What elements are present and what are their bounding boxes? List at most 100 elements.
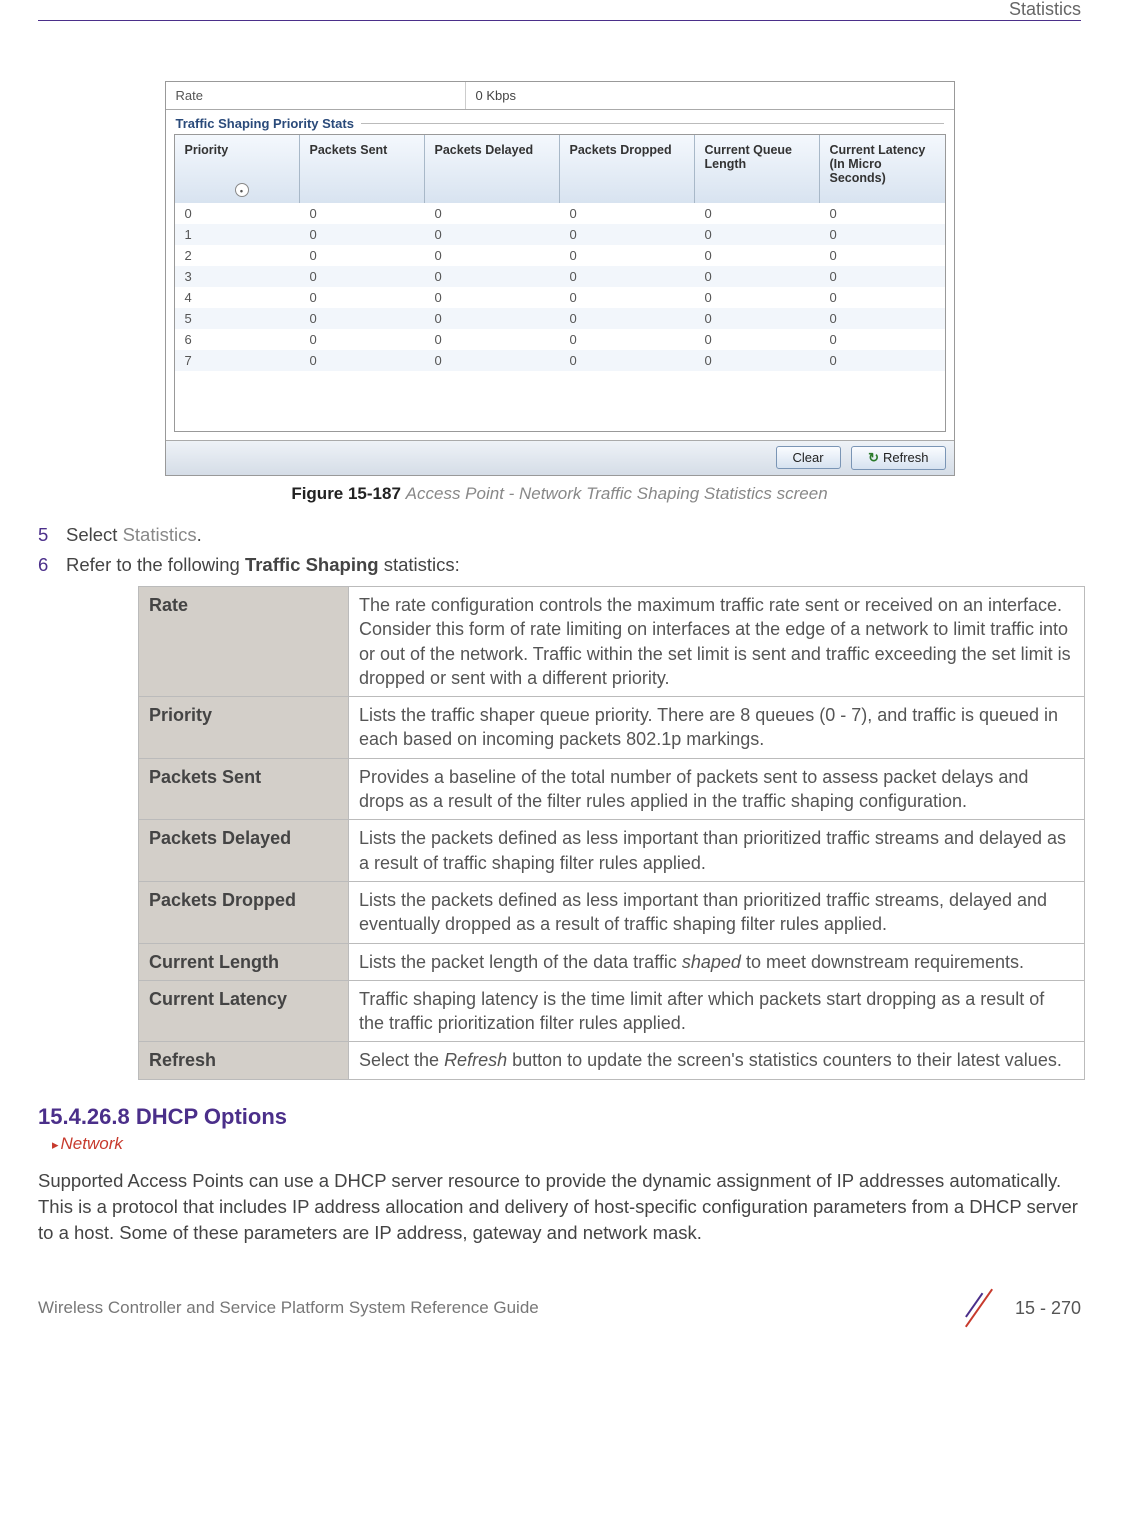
step-num: 5 xyxy=(38,524,66,546)
cell: 0 xyxy=(820,308,945,329)
definition-text: Lists the packet length of the data traf… xyxy=(349,943,1085,980)
definitions-table: RateThe rate configuration controls the … xyxy=(138,586,1085,1080)
cell: 0 xyxy=(695,308,820,329)
cell: 0 xyxy=(695,350,820,371)
button-bar: Clear Refresh xyxy=(166,440,954,475)
footer-slash-icon xyxy=(955,1285,1001,1331)
cell: 0 xyxy=(425,245,560,266)
definition-row: Current LatencyTraffic shaping latency i… xyxy=(139,980,1085,1042)
definition-text: Lists the packets defined as less import… xyxy=(349,820,1085,882)
definition-text: Traffic shaping latency is the time limi… xyxy=(349,980,1085,1042)
grid-body: 0000001000002000003000004000005000006000… xyxy=(175,203,945,371)
col-packets-delayed[interactable]: Packets Delayed xyxy=(425,135,560,203)
cell: 0 xyxy=(820,266,945,287)
cell: 0 xyxy=(425,266,560,287)
cell: 0 xyxy=(560,224,695,245)
section-paragraph: Supported Access Points can use a DHCP s… xyxy=(38,1168,1081,1246)
rate-label: Rate xyxy=(166,82,466,109)
cell: 0 xyxy=(820,245,945,266)
rate-row: Rate 0 Kbps xyxy=(166,82,954,110)
definition-term: Current Length xyxy=(139,943,349,980)
table-row[interactable]: 100000 xyxy=(175,224,945,245)
cell: 0 xyxy=(560,329,695,350)
cell: 0 xyxy=(300,224,425,245)
definition-text: The rate configuration controls the maxi… xyxy=(349,587,1085,697)
figure-label: Figure 15-187 xyxy=(291,484,401,503)
table-row[interactable]: 700000 xyxy=(175,350,945,371)
definition-row: RateThe rate configuration controls the … xyxy=(139,587,1085,697)
table-row[interactable]: 400000 xyxy=(175,287,945,308)
cell: 0 xyxy=(820,287,945,308)
step-6: 6 Refer to the following Traffic Shaping… xyxy=(38,554,1081,576)
cell: 3 xyxy=(175,266,300,287)
table-row[interactable]: 200000 xyxy=(175,245,945,266)
cell: 0 xyxy=(695,224,820,245)
table-row[interactable]: 000000 xyxy=(175,203,945,224)
cell: 0 xyxy=(425,308,560,329)
cell: 0 xyxy=(425,350,560,371)
clear-button[interactable]: Clear xyxy=(776,446,841,469)
cell: 0 xyxy=(695,266,820,287)
cell: 0 xyxy=(560,308,695,329)
figure-desc: Access Point - Network Traffic Shaping S… xyxy=(406,484,828,503)
step-num: 6 xyxy=(38,554,66,576)
cell: 4 xyxy=(175,287,300,308)
definition-row: Packets DelayedLists the packets defined… xyxy=(139,820,1085,882)
cell: 0 xyxy=(820,224,945,245)
cell: 0 xyxy=(695,245,820,266)
definition-text: Provides a baseline of the total number … xyxy=(349,758,1085,820)
col-packets-dropped[interactable]: Packets Dropped xyxy=(560,135,695,203)
cell: 0 xyxy=(175,203,300,224)
cell: 0 xyxy=(425,287,560,308)
definition-row: PriorityLists the traffic shaper queue p… xyxy=(139,697,1085,759)
col-priority[interactable]: Priority • xyxy=(175,135,300,203)
cell: 0 xyxy=(695,329,820,350)
cell: 6 xyxy=(175,329,300,350)
cell: 0 xyxy=(560,245,695,266)
cell: 0 xyxy=(300,266,425,287)
embedded-screenshot: Rate 0 Kbps Traffic Shaping Priority Sta… xyxy=(165,81,955,476)
cell: 0 xyxy=(300,329,425,350)
cell: 1 xyxy=(175,224,300,245)
cell: 0 xyxy=(300,308,425,329)
cell: 0 xyxy=(560,203,695,224)
refresh-button[interactable]: Refresh xyxy=(851,446,945,470)
definition-term: Packets Dropped xyxy=(139,881,349,943)
breadcrumb-network[interactable]: Network xyxy=(52,1134,123,1154)
header-section-label: Statistics xyxy=(1009,0,1081,20)
cell: 0 xyxy=(425,224,560,245)
cell: 0 xyxy=(560,287,695,308)
col-current-latency[interactable]: Current Latency (In Micro Seconds) xyxy=(820,135,945,203)
cell: 2 xyxy=(175,245,300,266)
fieldset-title: Traffic Shaping Priority Stats xyxy=(166,110,954,133)
grid-empty-space xyxy=(175,371,945,431)
table-row[interactable]: 500000 xyxy=(175,308,945,329)
cell: 0 xyxy=(820,329,945,350)
table-row[interactable]: 300000 xyxy=(175,266,945,287)
cell: 0 xyxy=(695,287,820,308)
fieldset-rule xyxy=(361,123,944,124)
cell: 0 xyxy=(300,287,425,308)
cell: 0 xyxy=(425,329,560,350)
col-packets-sent[interactable]: Packets Sent xyxy=(300,135,425,203)
definition-term: Current Latency xyxy=(139,980,349,1042)
cell: 0 xyxy=(820,203,945,224)
definition-row: Current LengthLists the packet length of… xyxy=(139,943,1085,980)
cell: 0 xyxy=(300,203,425,224)
step-6-bold: Traffic Shaping xyxy=(245,554,379,575)
cell: 0 xyxy=(300,245,425,266)
footer-page-number: 15 - 270 xyxy=(1015,1298,1081,1319)
section-heading: 15.4.26.8 DHCP Options xyxy=(38,1104,1081,1130)
definition-term: Packets Delayed xyxy=(139,820,349,882)
rate-value: 0 Kbps xyxy=(466,82,526,109)
col-current-queue[interactable]: Current Queue Length xyxy=(695,135,820,203)
cell: 0 xyxy=(560,266,695,287)
sort-indicator-icon[interactable]: • xyxy=(235,183,249,197)
table-row[interactable]: 600000 xyxy=(175,329,945,350)
definition-text: Select the Refresh button to update the … xyxy=(349,1042,1085,1079)
cell: 0 xyxy=(560,350,695,371)
definition-term: Packets Sent xyxy=(139,758,349,820)
figure-caption: Figure 15-187 Access Point - Network Tra… xyxy=(165,484,955,504)
definition-row: RefreshSelect the Refresh button to upda… xyxy=(139,1042,1085,1079)
footer-guide-title: Wireless Controller and Service Platform… xyxy=(38,1298,539,1318)
